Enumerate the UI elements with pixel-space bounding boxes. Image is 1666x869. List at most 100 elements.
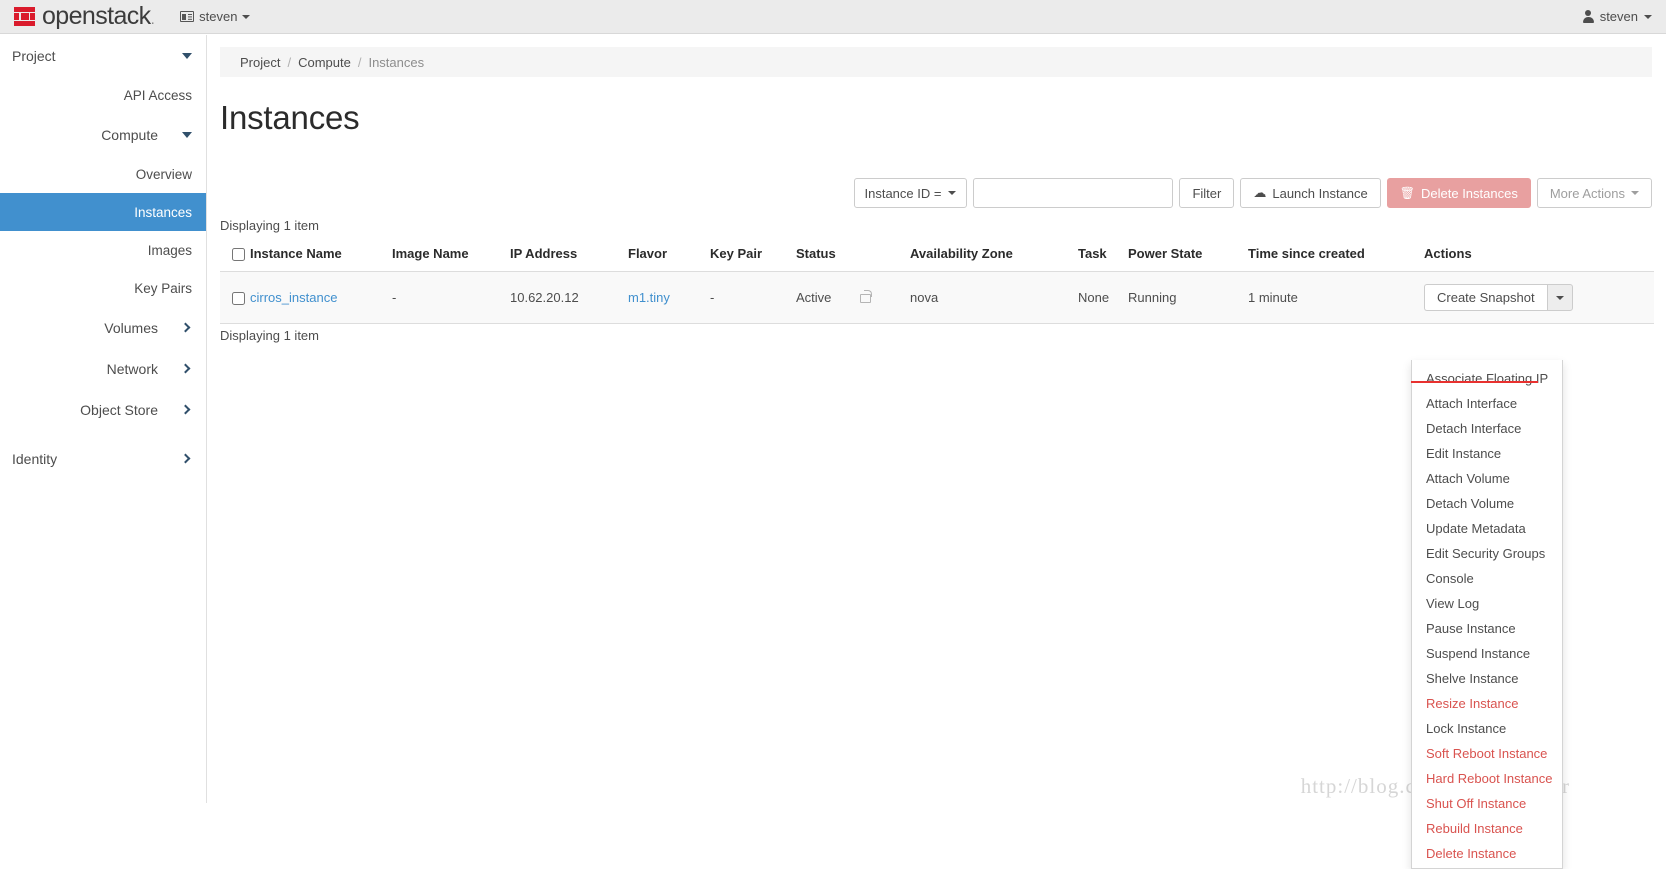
chevron-right-icon — [181, 454, 191, 464]
column-header-flavor[interactable]: Flavor — [628, 240, 710, 272]
column-header-lock — [860, 240, 910, 272]
cell-lock — [860, 272, 910, 324]
sidebar-item-key-pairs[interactable]: Key Pairs — [0, 269, 206, 307]
filter-field-select[interactable]: Instance ID = — [854, 178, 968, 208]
cell-key-pair: - — [710, 272, 796, 324]
menu-item-attach-volume[interactable]: Attach Volume — [1412, 466, 1562, 491]
item-count-bottom: Displaying 1 item — [220, 328, 319, 343]
chevron-down-icon — [182, 132, 192, 138]
menu-item-rebuild-instance[interactable]: Rebuild Instance — [1412, 816, 1562, 841]
column-header-availability-zone[interactable]: Availability Zone — [910, 240, 1078, 272]
menu-item-view-log[interactable]: View Log — [1412, 591, 1562, 616]
brand-name: openstack. — [42, 4, 154, 29]
caret-down-icon — [1556, 296, 1564, 300]
more-actions-button[interactable]: More Actions — [1537, 178, 1652, 208]
cell-actions: Create Snapshot — [1424, 272, 1654, 324]
breadcrumb-item-compute[interactable]: Compute — [298, 55, 351, 70]
menu-item-delete-instance[interactable]: Delete Instance — [1412, 841, 1562, 866]
sidebar-item-api-access[interactable]: API Access — [0, 76, 206, 114]
sidebar-group-label: Network — [107, 361, 158, 377]
column-header-instance-name[interactable]: Instance Name — [250, 240, 392, 272]
menu-item-console[interactable]: Console — [1412, 566, 1562, 591]
row-actions-split-button: Create Snapshot — [1424, 284, 1573, 311]
cell-flavor: m1.tiny — [628, 272, 710, 324]
sidebar-item-images[interactable]: Images — [0, 231, 206, 269]
create-snapshot-button[interactable]: Create Snapshot — [1424, 284, 1547, 311]
menu-item-associate-floating-ip[interactable]: Associate Floating IP — [1412, 366, 1562, 391]
column-header-time-since-created[interactable]: Time since created — [1248, 240, 1424, 272]
row-actions-dropdown-menu: Associate Floating IP Attach Interface D… — [1411, 360, 1563, 869]
search-input[interactable] — [973, 178, 1173, 208]
breadcrumb: Project / Compute / Instances — [220, 47, 1652, 77]
flavor-link[interactable]: m1.tiny — [628, 290, 670, 305]
sidebar-section-identity[interactable]: Identity — [0, 438, 206, 479]
menu-item-pause-instance[interactable]: Pause Instance — [1412, 616, 1562, 641]
cell-status: Active — [796, 272, 860, 324]
menu-item-edit-instance[interactable]: Edit Instance — [1412, 441, 1562, 466]
menu-item-detach-volume[interactable]: Detach Volume — [1412, 491, 1562, 516]
column-header-actions: Actions — [1424, 240, 1654, 272]
menu-item-shelve-instance[interactable]: Shelve Instance — [1412, 666, 1562, 691]
sidebar-section-project[interactable]: Project — [0, 35, 206, 76]
select-all-checkbox[interactable] — [232, 248, 245, 261]
breadcrumb-separator: / — [358, 55, 362, 70]
menu-item-attach-interface[interactable]: Attach Interface — [1412, 391, 1562, 416]
select-all-header[interactable] — [220, 240, 250, 272]
chevron-right-icon — [181, 323, 191, 333]
sidebar-group-network[interactable]: Network — [0, 348, 206, 389]
table-toolbar: Instance ID = Filter ☁ Launch Instance 🗑… — [854, 178, 1653, 208]
sidebar-section-label: Project — [12, 48, 56, 64]
trash-icon: 🗑 — [1400, 186, 1415, 200]
sidebar-group-object-store[interactable]: Object Store — [0, 389, 206, 430]
project-box-icon — [180, 11, 194, 22]
filter-field-select-label: Instance ID = — [865, 186, 942, 201]
cell-instance-name: cirros_instance — [250, 272, 392, 324]
more-actions-label: More Actions — [1550, 186, 1625, 201]
column-header-status[interactable]: Status — [796, 240, 860, 272]
row-actions-toggle-button[interactable] — [1547, 284, 1573, 311]
sidebar-group-compute[interactable]: Compute — [0, 114, 206, 155]
breadcrumb-item-project[interactable]: Project — [240, 55, 280, 70]
sidebar-section-label: Identity — [12, 451, 57, 467]
sidebar-group-label: Compute — [101, 127, 158, 143]
menu-item-detach-interface[interactable]: Detach Interface — [1412, 416, 1562, 441]
menu-item-hard-reboot-instance[interactable]: Hard Reboot Instance — [1412, 766, 1562, 791]
instance-name-link[interactable]: cirros_instance — [250, 290, 337, 305]
sidebar-group-volumes[interactable]: Volumes — [0, 307, 206, 348]
menu-item-suspend-instance[interactable]: Suspend Instance — [1412, 641, 1562, 666]
item-count-top: Displaying 1 item — [220, 218, 319, 233]
delete-instances-label: Delete Instances — [1421, 186, 1518, 201]
project-switcher[interactable]: steven — [180, 9, 250, 24]
menu-item-soft-reboot-instance[interactable]: Soft Reboot Instance — [1412, 741, 1562, 766]
column-header-key-pair[interactable]: Key Pair — [710, 240, 796, 272]
cell-availability-zone: nova — [910, 272, 1078, 324]
sidebar-group-label: Object Store — [80, 402, 158, 418]
menu-item-resize-instance[interactable]: Resize Instance — [1412, 691, 1562, 716]
caret-down-icon — [1644, 15, 1652, 19]
row-checkbox[interactable] — [232, 292, 245, 305]
sidebar: Project API Access Compute Overview Inst… — [0, 35, 207, 803]
caret-down-icon — [242, 15, 250, 19]
delete-instances-button[interactable]: 🗑 Delete Instances — [1387, 178, 1531, 208]
user-menu[interactable]: steven — [1583, 9, 1652, 24]
column-header-ip-address[interactable]: IP Address — [510, 240, 628, 272]
column-header-power-state[interactable]: Power State — [1128, 240, 1248, 272]
menu-item-lock-instance[interactable]: Lock Instance — [1412, 716, 1562, 741]
cell-power-state: Running — [1128, 272, 1248, 324]
sidebar-item-instances[interactable]: Instances — [0, 193, 206, 231]
sidebar-item-label: Key Pairs — [134, 281, 192, 296]
column-header-task[interactable]: Task — [1078, 240, 1128, 272]
column-header-image-name[interactable]: Image Name — [392, 240, 510, 272]
launch-instance-button[interactable]: ☁ Launch Instance — [1240, 178, 1380, 208]
row-select-cell[interactable] — [220, 272, 250, 324]
sidebar-item-label: Images — [148, 243, 192, 258]
sidebar-item-overview[interactable]: Overview — [0, 155, 206, 193]
sidebar-group-label: Volumes — [104, 320, 158, 336]
caret-down-icon — [948, 191, 956, 195]
main-content: Project / Compute / Instances Instances … — [208, 35, 1666, 803]
menu-item-shut-off-instance[interactable]: Shut Off Instance — [1412, 791, 1562, 816]
brand-logo[interactable]: openstack. — [14, 4, 154, 29]
menu-item-edit-security-groups[interactable]: Edit Security Groups — [1412, 541, 1562, 566]
menu-item-update-metadata[interactable]: Update Metadata — [1412, 516, 1562, 541]
filter-button[interactable]: Filter — [1179, 178, 1234, 208]
